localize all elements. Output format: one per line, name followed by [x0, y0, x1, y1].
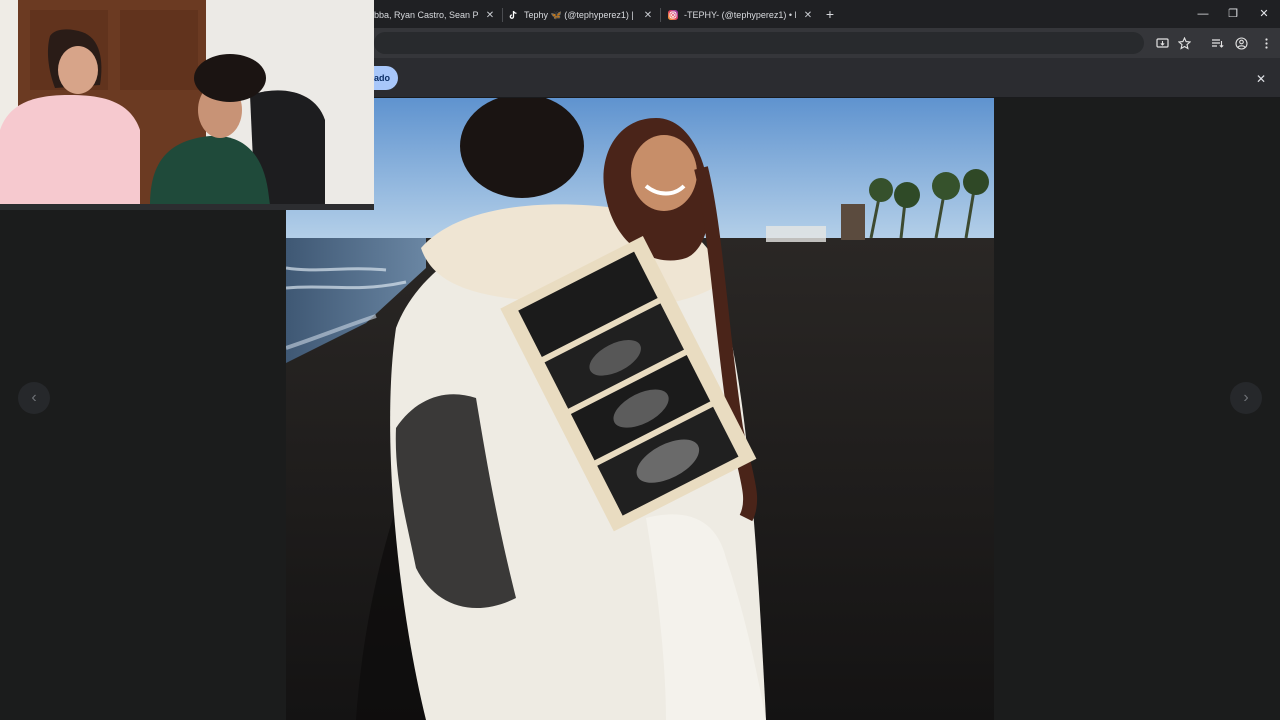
tab-separator [502, 8, 503, 22]
tab-label: -TEPHY- (@tephyperez1) • Fotos [684, 10, 796, 20]
tab-instagram[interactable]: -TEPHY- (@tephyperez1) • Fotos ✕ [668, 4, 814, 26]
bookmark-star-icon[interactable] [1177, 36, 1191, 50]
post-photo[interactable] [286, 98, 994, 720]
tab-close-icon[interactable]: ✕ [642, 9, 654, 21]
webcam-overlay [0, 0, 374, 210]
restore-button[interactable]: ❐ [1222, 4, 1244, 24]
next-photo-button[interactable]: › [1230, 382, 1262, 414]
reading-list-icon[interactable] [1210, 36, 1224, 50]
tab-close-icon[interactable]: ✕ [802, 9, 814, 21]
profile-icon[interactable] [1234, 36, 1248, 50]
tab-separator [660, 8, 661, 22]
tab-label: Tephy 🦋 (@tephyperez1) | TikTok [524, 9, 636, 20]
tiktok-icon [509, 10, 517, 19]
close-window-button[interactable]: ✕ [1253, 4, 1275, 24]
address-bar[interactable] [374, 32, 1144, 54]
instagram-icon [668, 10, 678, 20]
new-tab-button[interactable]: + [822, 6, 838, 22]
minimize-button[interactable]: — [1192, 4, 1214, 24]
tab-youtube[interactable]: bba, Ryan Castro, Sean Paul ✕ [374, 4, 496, 26]
info-bar-close-icon[interactable]: ✕ [1254, 72, 1268, 86]
menu-icon[interactable] [1259, 36, 1273, 50]
webcam-illustration [0, 0, 374, 210]
install-app-icon[interactable] [1155, 36, 1169, 50]
tab-close-icon[interactable]: ✕ [484, 9, 496, 21]
photo-illustration [286, 98, 994, 720]
tab-label: bba, Ryan Castro, Sean Paul [374, 10, 478, 20]
tab-tiktok[interactable]: Tephy 🦋 (@tephyperez1) | TikTok ✕ [508, 4, 654, 26]
previous-photo-button[interactable]: ‹ [18, 382, 50, 414]
app-window: bba, Ryan Castro, Sean Paul ✕ Tephy 🦋 (@… [0, 0, 1280, 720]
